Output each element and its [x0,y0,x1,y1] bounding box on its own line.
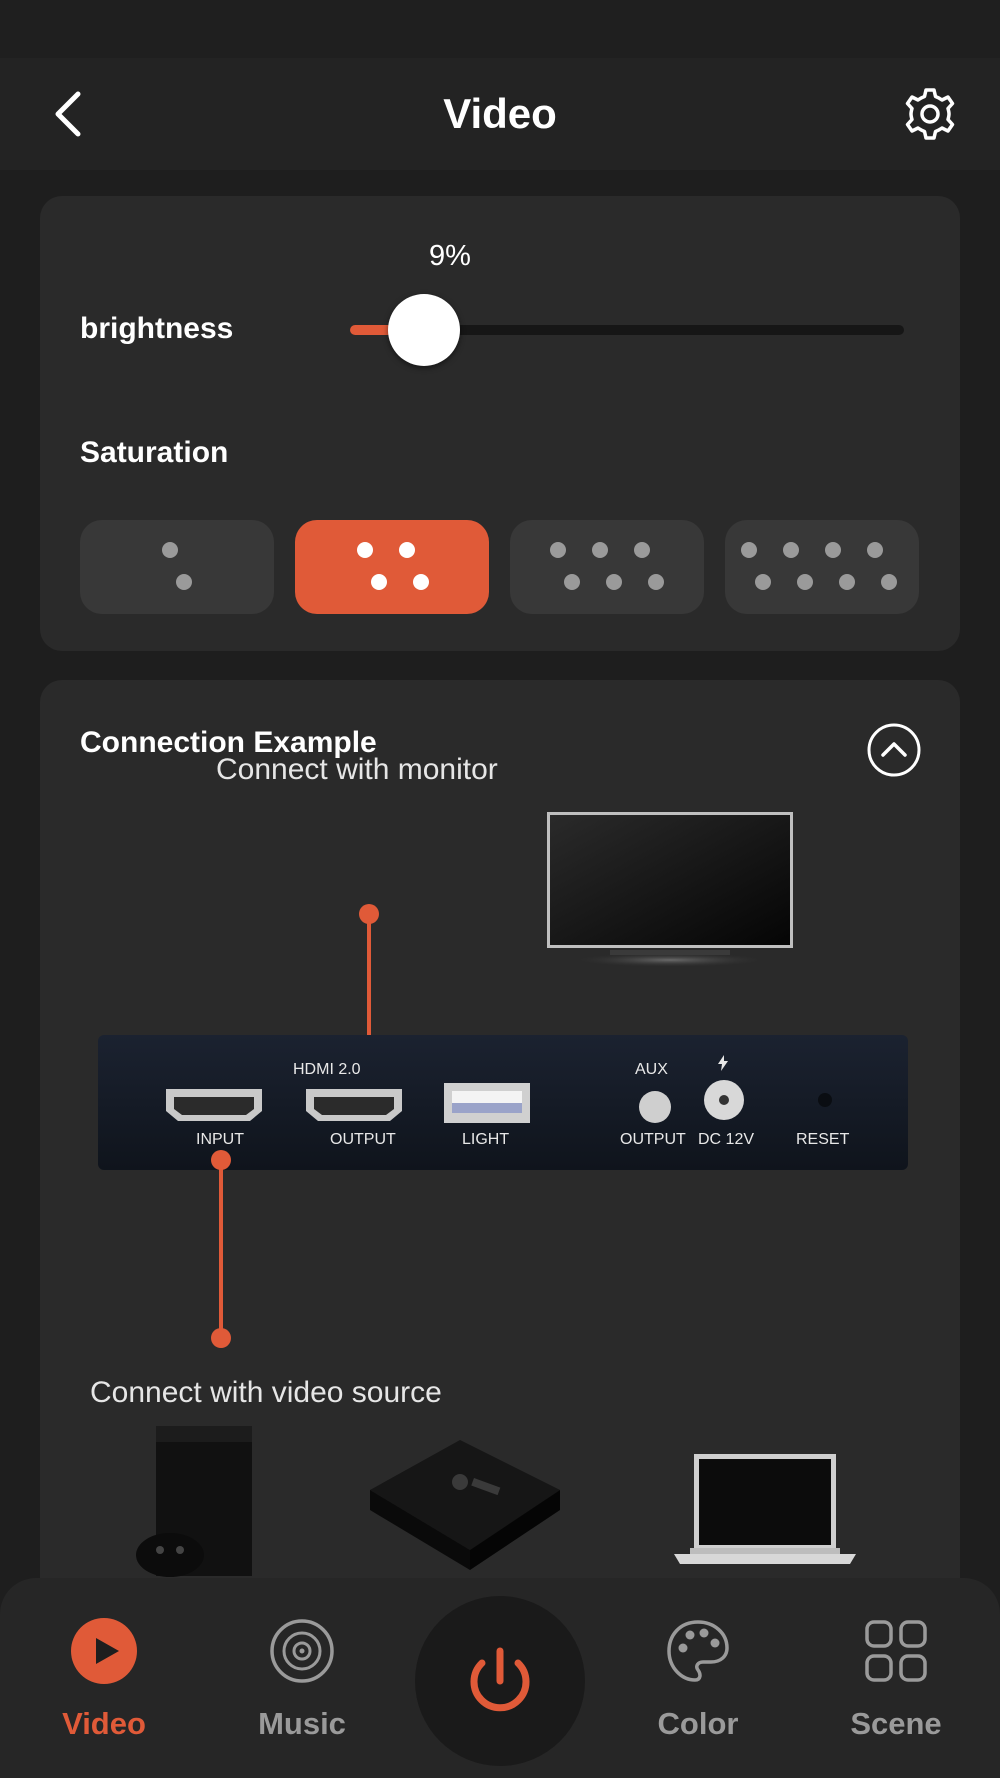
brightness-value: 9% [429,240,471,272]
app-header: Video [0,58,1000,170]
dot [564,574,580,590]
nav-label-scene: Scene [850,1706,942,1741]
dot [755,574,771,590]
saturation-option-4[interactable] [725,520,919,614]
dot [606,574,622,590]
monitor-caption: Connect with monitor [216,753,498,786]
dot [162,542,178,558]
nav-item-video[interactable]: Video [34,1618,174,1758]
source-caption: Connect with video source [90,1376,442,1409]
reset-hole [818,1093,832,1107]
wire-dot [211,1328,231,1348]
play-icon [71,1618,137,1684]
brightness-label: brightness [80,312,234,345]
input-port-label: INPUT [196,1131,244,1148]
bottom-navigation: Video Music Color Scene [0,1578,1000,1778]
grid-icon [865,1620,927,1682]
power-icon [470,1647,530,1712]
dot [881,574,897,590]
nav-label-color: Color [657,1706,739,1741]
wire-dot [359,904,379,924]
palette-icon [667,1620,729,1682]
page-title: Video [443,90,557,137]
dot [357,542,373,558]
dot [399,542,415,558]
monitor-illustration [547,812,793,968]
aux-label: AUX [635,1061,668,1078]
saturation-option-1[interactable] [80,520,274,614]
dc-label: DC 12V [698,1131,755,1148]
nav-item-color[interactable]: Color [628,1618,768,1758]
nav-item-scene[interactable]: Scene [826,1618,966,1758]
nav-label-video: Video [62,1706,146,1741]
saturation-option-3[interactable] [510,520,704,614]
laptop-illustration [674,1454,856,1564]
hdmi-header-label: HDMI 2.0 [293,1061,361,1078]
wire-dot [211,1150,231,1170]
dot [413,574,429,590]
dc-port [704,1080,744,1120]
dot [550,542,566,558]
dot [797,574,813,590]
chevron-up-icon[interactable] [866,722,922,778]
gear-icon[interactable] [902,86,958,142]
aux-port [639,1091,671,1123]
dot [867,542,883,558]
nav-item-music[interactable]: Music [232,1618,372,1758]
dot [176,574,192,590]
dot [825,542,841,558]
disc-icon [270,1619,334,1683]
usb-light-port [444,1083,530,1123]
dot [634,542,650,558]
brightness-slider-thumb[interactable] [388,294,461,366]
source-wire [219,1158,223,1338]
dot [648,574,664,590]
lightning-icon [718,1055,728,1071]
nav-label-music: Music [258,1706,346,1741]
dot [371,574,387,590]
dot [592,542,608,558]
dot [839,574,855,590]
saturation-label: Saturation [80,436,229,469]
aux-output-label: OUTPUT [620,1131,686,1148]
status-bar-area [0,0,1000,58]
power-button[interactable] [415,1596,585,1766]
dot [741,542,757,558]
hdmi-output-port [306,1089,402,1121]
reset-label: RESET [796,1131,850,1148]
output-port-label: OUTPUT [330,1131,396,1148]
apple-tv-illustration [370,1440,560,1570]
dot [783,542,799,558]
adjustments-card: brightness 9% Saturation [40,196,960,651]
game-console-illustration [136,1426,252,1577]
saturation-option-2[interactable] [295,520,489,614]
dc-port-pin [719,1095,729,1105]
hdmi-input-port [166,1089,262,1121]
light-port-label: LIGHT [462,1131,510,1148]
